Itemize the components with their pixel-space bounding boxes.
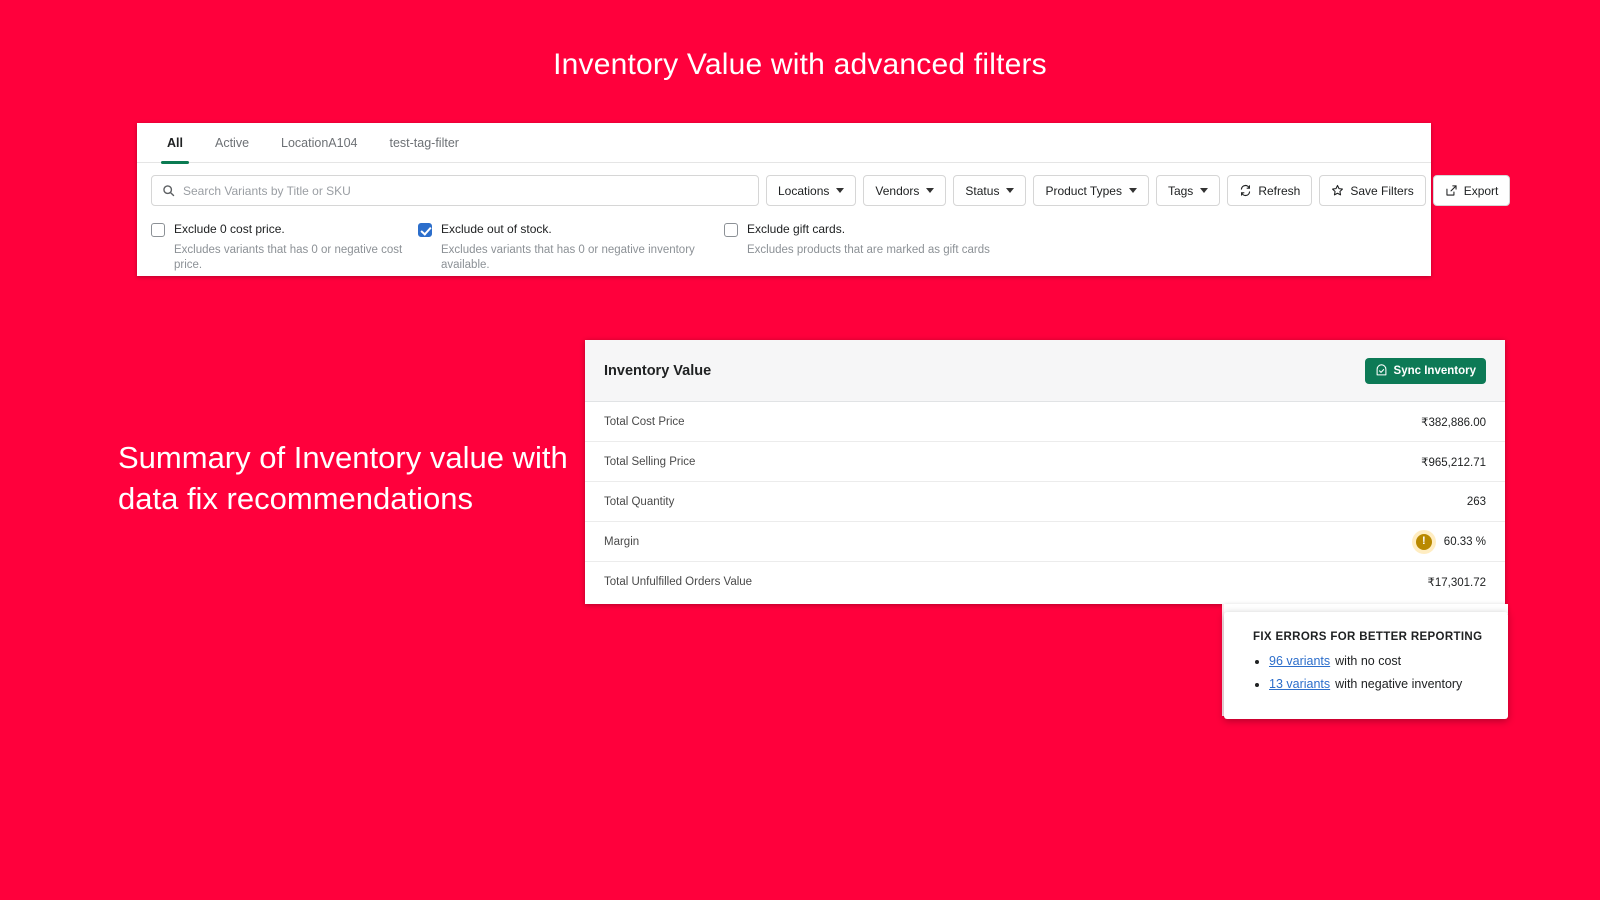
page-headline: Inventory Value with advanced filters xyxy=(0,48,1600,82)
no-cost-variants-link[interactable]: 96 variants xyxy=(1269,654,1330,668)
warning-icon: ! xyxy=(1416,534,1432,550)
save-filters-label: Save Filters xyxy=(1350,184,1413,198)
exclude-zero-cost-price-checkbox[interactable] xyxy=(151,223,165,237)
product-types-filter-button[interactable]: Product Types xyxy=(1033,175,1149,206)
vendors-filter-label: Vendors xyxy=(875,184,919,198)
refresh-icon xyxy=(1239,184,1252,197)
product-types-filter-label: Product Types xyxy=(1045,184,1122,198)
exclude-zero-cost-price-help: Excludes variants that has 0 or negative… xyxy=(174,243,418,273)
sync-inventory-label: Sync Inventory xyxy=(1394,365,1476,377)
inventory-value-panel: Inventory Value Sync Inventory Total Cos… xyxy=(585,340,1505,604)
export-label: Export xyxy=(1464,184,1499,198)
row-value: ₹965,212.71 xyxy=(1421,455,1486,469)
save-filters-button[interactable]: Save Filters xyxy=(1319,175,1425,206)
exclude-out-of-stock-label: Exclude out of stock. xyxy=(441,222,724,237)
row-value: 263 xyxy=(1467,496,1486,508)
fix-errors-panel: FIX ERRORS FOR BETTER REPORTING 96 varia… xyxy=(1224,612,1508,719)
fix-errors-item: 96 variants with no cost xyxy=(1269,654,1508,668)
negative-inventory-variants-text: with negative inventory xyxy=(1335,677,1462,691)
tab-active[interactable]: Active xyxy=(201,123,263,163)
row-value: ₹17,301.72 xyxy=(1428,575,1486,589)
chevron-down-icon xyxy=(1129,188,1137,193)
vendors-filter-button[interactable]: Vendors xyxy=(863,175,946,206)
chevron-down-icon xyxy=(926,188,934,193)
fix-errors-list: 96 variants with no cost 13 variants with … xyxy=(1269,654,1508,691)
exclude-gift-cards-label: Exclude gift cards. xyxy=(747,222,990,237)
row-value-wrap: ! 60.33 % xyxy=(1416,534,1486,550)
exclude-gift-cards-option[interactable]: Exclude gift cards. Excludes products th… xyxy=(724,222,990,273)
inventory-panel-title: Inventory Value xyxy=(604,363,711,379)
export-icon xyxy=(1445,184,1458,197)
negative-inventory-variants-link[interactable]: 13 variants xyxy=(1269,677,1330,691)
filter-card: All Active LocationA104 test-tag-filter … xyxy=(137,123,1431,276)
row-label: Total Quantity xyxy=(604,496,674,508)
exclude-gift-cards-checkbox[interactable] xyxy=(724,223,738,237)
sync-inventory-button[interactable]: Sync Inventory xyxy=(1365,358,1486,384)
exclude-zero-cost-price-option[interactable]: Exclude 0 cost price. Excludes variants … xyxy=(151,222,418,273)
tags-filter-button[interactable]: Tags xyxy=(1156,175,1220,206)
tab-test-tag-filter[interactable]: test-tag-filter xyxy=(375,123,472,163)
row-value: 60.33 % xyxy=(1444,536,1486,548)
chevron-down-icon xyxy=(836,188,844,193)
row-label: Total Selling Price xyxy=(604,456,695,468)
inventory-row-total-cost-price: Total Cost Price ₹382,886.00 xyxy=(585,402,1505,442)
row-value: ₹382,886.00 xyxy=(1421,415,1486,429)
no-cost-variants-text: with no cost xyxy=(1335,654,1401,668)
tab-all[interactable]: All xyxy=(153,123,197,163)
exclude-gift-cards-help: Excludes products that are marked as gif… xyxy=(747,243,990,258)
refresh-button[interactable]: Refresh xyxy=(1227,175,1312,206)
inventory-panel-header: Inventory Value Sync Inventory xyxy=(585,340,1505,402)
tab-bar: All Active LocationA104 test-tag-filter xyxy=(137,123,1431,163)
exclude-out-of-stock-help: Excludes variants that has 0 or negative… xyxy=(441,243,724,273)
chevron-down-icon xyxy=(1006,188,1014,193)
exclude-out-of-stock-checkbox[interactable] xyxy=(418,223,432,237)
status-filter-button[interactable]: Status xyxy=(953,175,1026,206)
search-placeholder: Search Variants by Title or SKU xyxy=(183,184,351,198)
row-label: Total Cost Price xyxy=(604,416,685,428)
refresh-label: Refresh xyxy=(1258,184,1300,198)
star-icon xyxy=(1331,184,1344,197)
filter-toolbar: Search Variants by Title or SKU Location… xyxy=(137,163,1431,206)
inventory-row-margin: Margin ! 60.33 % xyxy=(585,522,1505,562)
export-button[interactable]: Export xyxy=(1433,175,1511,206)
page-caption: Summary of Inventory value with data fix… xyxy=(118,437,588,519)
locations-filter-label: Locations xyxy=(778,184,829,198)
locations-filter-button[interactable]: Locations xyxy=(766,175,856,206)
search-icon xyxy=(162,184,175,197)
row-label: Margin xyxy=(604,536,639,548)
tab-location-a104[interactable]: LocationA104 xyxy=(267,123,371,163)
exclude-zero-cost-price-label: Exclude 0 cost price. xyxy=(174,222,418,237)
exclusion-checkbox-row: Exclude 0 cost price. Excludes variants … xyxy=(137,206,1431,273)
row-label: Total Unfulfilled Orders Value xyxy=(604,576,752,588)
inventory-row-total-unfulfilled-orders-value: Total Unfulfilled Orders Value ₹17,301.7… xyxy=(585,562,1505,602)
tags-filter-label: Tags xyxy=(1168,184,1193,198)
exclude-out-of-stock-option[interactable]: Exclude out of stock. Excludes variants … xyxy=(418,222,724,273)
fix-errors-title: FIX ERRORS FOR BETTER REPORTING xyxy=(1253,631,1508,643)
inventory-row-total-quantity: Total Quantity 263 xyxy=(585,482,1505,522)
sync-inventory-icon xyxy=(1375,364,1388,377)
fix-errors-item: 13 variants with negative inventory xyxy=(1269,677,1508,691)
search-input[interactable]: Search Variants by Title or SKU xyxy=(151,175,759,206)
status-filter-label: Status xyxy=(965,184,999,198)
inventory-row-total-selling-price: Total Selling Price ₹965,212.71 xyxy=(585,442,1505,482)
chevron-down-icon xyxy=(1200,188,1208,193)
